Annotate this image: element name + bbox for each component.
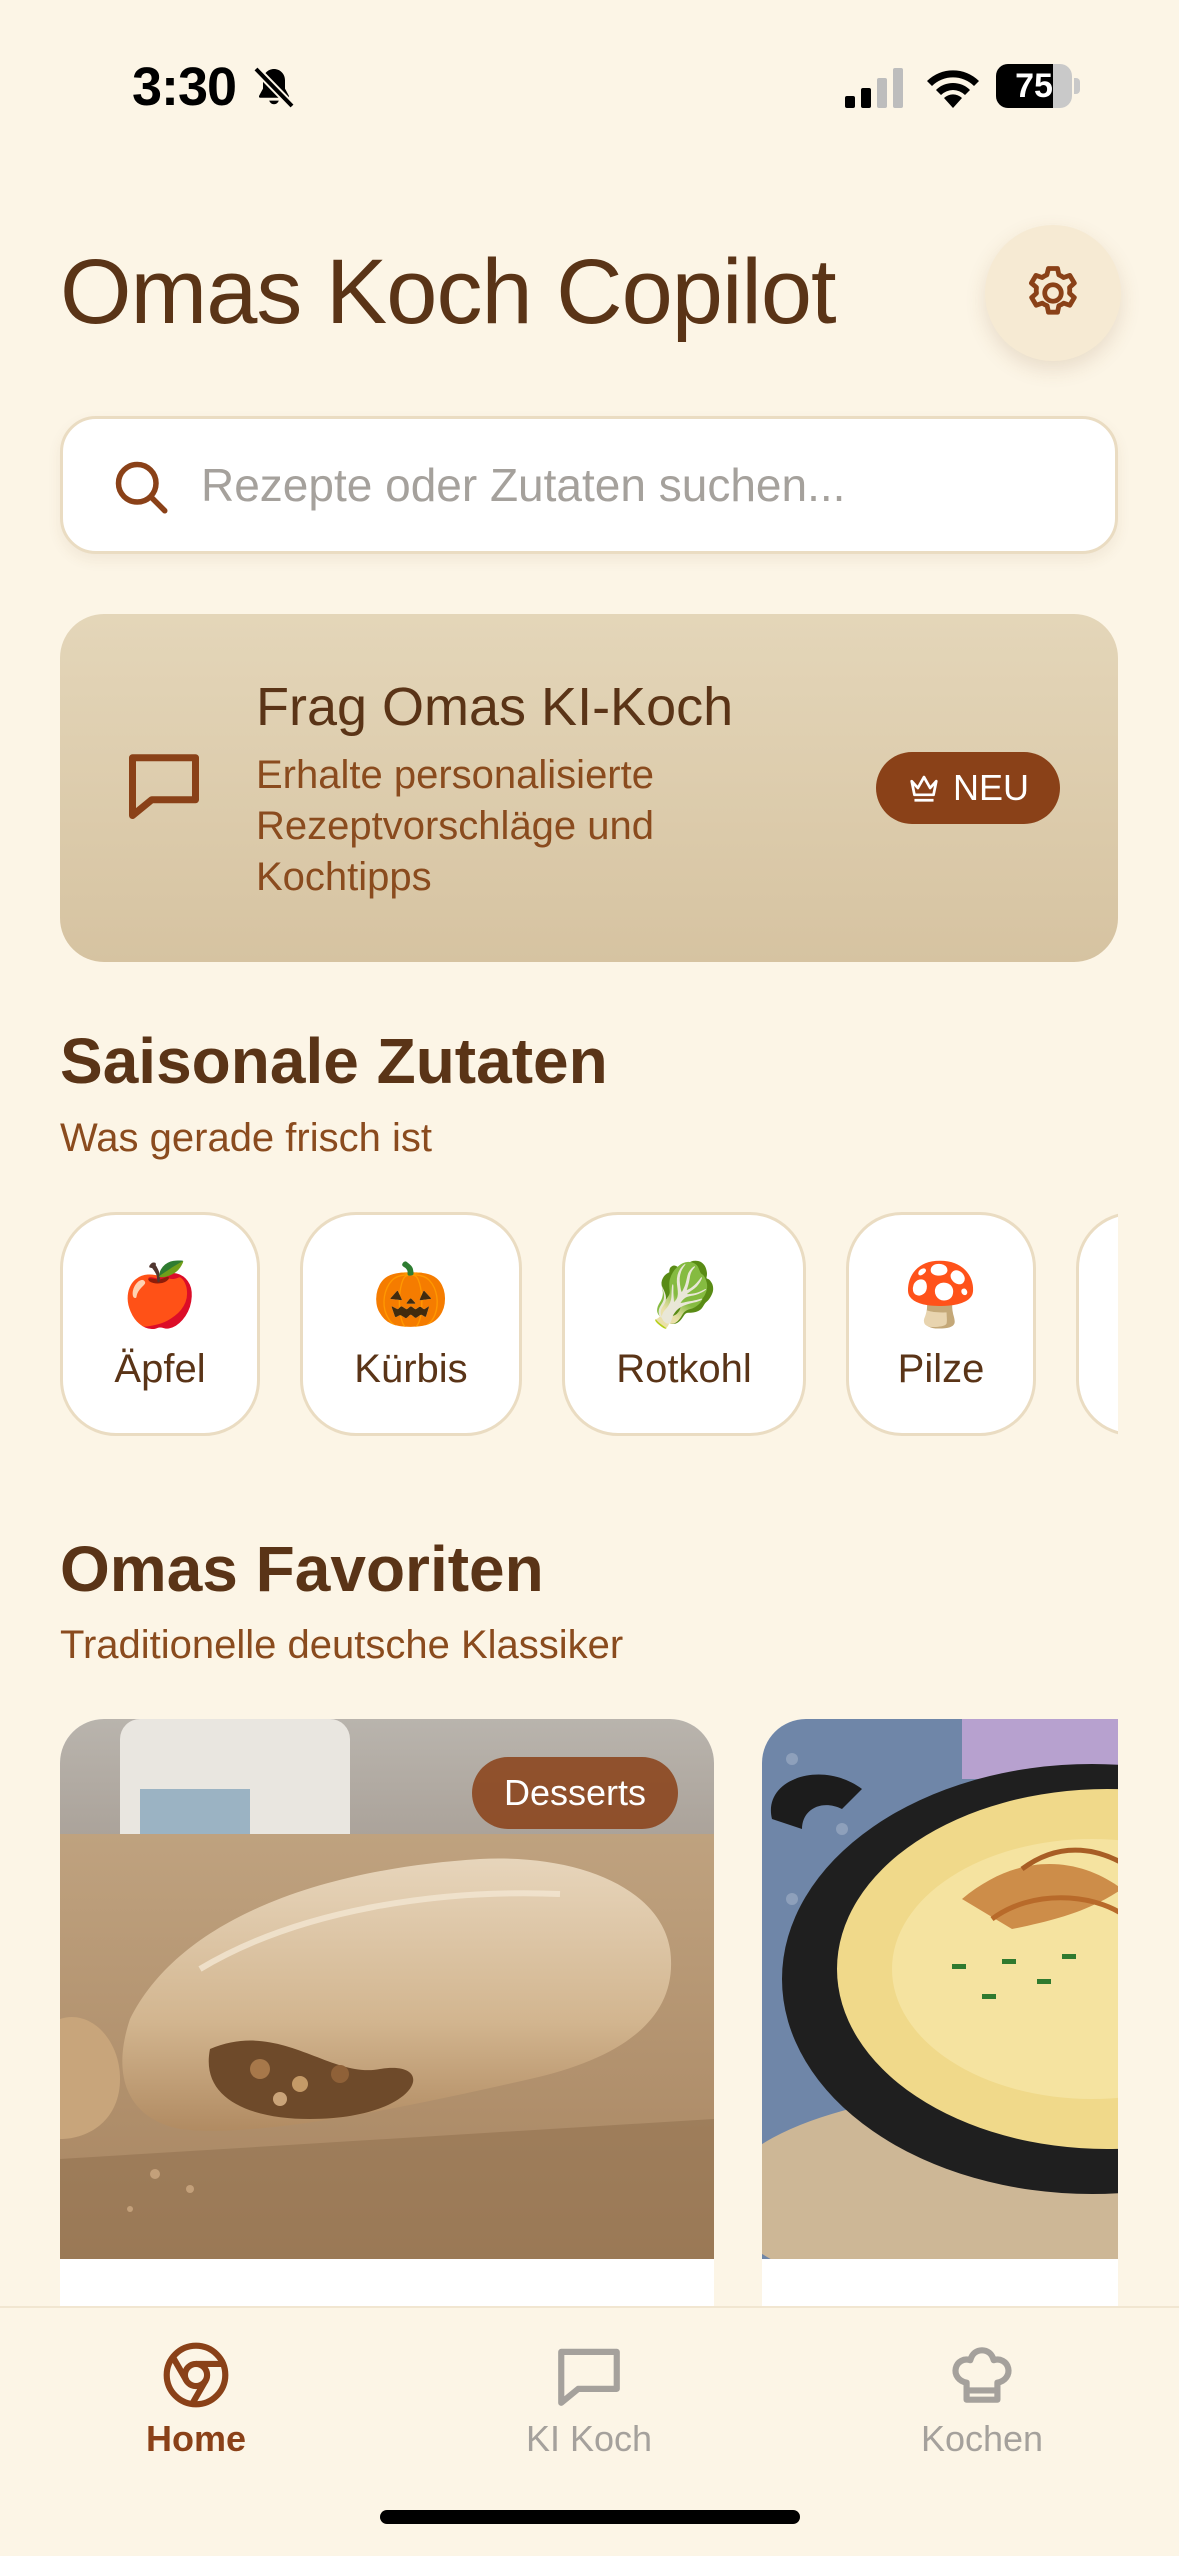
- tab-home[interactable]: Home: [66, 2330, 326, 2480]
- favorites-section-title: Omas Favoriten: [60, 1533, 544, 1605]
- search-icon: [115, 461, 168, 514]
- ai-card-description: Erhalte personalisierte Rezeptvorschläge…: [256, 753, 655, 899]
- favorites-card-list[interactable]: Desserts: [60, 1719, 1118, 2319]
- ai-chef-card[interactable]: Frag Omas KI-Koch Erhalte personalisiert…: [60, 614, 1118, 962]
- pumpkin-icon: 🎃: [372, 1261, 450, 1330]
- category-badge: Desserts: [471, 1757, 678, 1829]
- chip-label: Äpfel: [114, 1347, 206, 1391]
- ai-card-title: Frag Omas KI-Koch: [256, 677, 734, 737]
- favorites-section-subtitle: Traditionelle deutsche Klassiker: [60, 1623, 624, 1667]
- mushroom-icon: 🍄: [902, 1261, 980, 1330]
- chip-label: Rotkohl: [616, 1347, 752, 1391]
- home-indicator: [380, 2510, 800, 2524]
- new-badge: NEU: [876, 752, 1060, 824]
- recipe-card[interactable]: Desserts: [60, 1719, 714, 2319]
- crown-icon: [910, 775, 938, 802]
- tab-ki-koch[interactable]: KI Koch: [459, 2330, 719, 2480]
- tab-home-label: Home: [145, 2418, 247, 2459]
- chip-label: Kürbis: [354, 1347, 468, 1391]
- chat-bubble-icon: [558, 2348, 620, 2406]
- battery-icon: 75: [996, 64, 1080, 108]
- seasonal-section-title: Saisonale Zutaten: [60, 1025, 608, 1097]
- chef-hat-icon: [952, 2347, 1012, 2403]
- status-bar: 3:30 75: [0, 0, 1179, 150]
- cellular-signal-icon: [845, 68, 903, 108]
- seasonal-chip-pumpkin[interactable]: 🎃 Kürbis: [300, 1212, 522, 1436]
- wifi-icon: [927, 70, 979, 108]
- seasonal-chip-mushrooms[interactable]: 🍄 Pilze: [846, 1212, 1036, 1436]
- leafy-greens-icon: 🥬: [645, 1261, 723, 1330]
- seasonal-chip-red-cabbage[interactable]: 🥬 Rotkohl: [562, 1212, 806, 1436]
- tab-ki-koch-label: KI Koch: [525, 2418, 653, 2459]
- seasonal-chip-list[interactable]: 🍎 Äpfel 🎃 Kürbis 🥬 Rotkohl 🍄 Pilze: [60, 1212, 1118, 1440]
- search-bar[interactable]: [60, 416, 1118, 554]
- recipe-card[interactable]: [762, 1719, 1118, 2319]
- gear-icon: [1029, 266, 1077, 315]
- tab-kochen-label: Kochen: [920, 2418, 1044, 2459]
- search-input[interactable]: [201, 419, 1081, 551]
- seasonal-chip-apples[interactable]: 🍎 Äpfel: [60, 1212, 260, 1436]
- new-badge-label: NEU: [952, 767, 1029, 808]
- home-icon: [163, 2342, 229, 2408]
- settings-button[interactable]: [985, 225, 1121, 361]
- status-time: 3:30: [132, 57, 237, 117]
- battery-percent: 75: [1015, 67, 1053, 105]
- apple-icon: 🍎: [121, 1261, 199, 1330]
- cheese-spaetzle-pan-photo: [762, 1719, 1118, 2259]
- bell-slash-icon: [253, 66, 295, 109]
- tab-kochen[interactable]: Kochen: [852, 2330, 1112, 2480]
- chat-bubble-icon: [129, 754, 199, 819]
- page-title: Omas Koch Copilot: [60, 241, 837, 343]
- seasonal-section-subtitle: Was gerade frisch ist: [60, 1116, 432, 1160]
- seasonal-chip-partial[interactable]: [1076, 1212, 1118, 1436]
- chip-label: Pilze: [897, 1347, 985, 1391]
